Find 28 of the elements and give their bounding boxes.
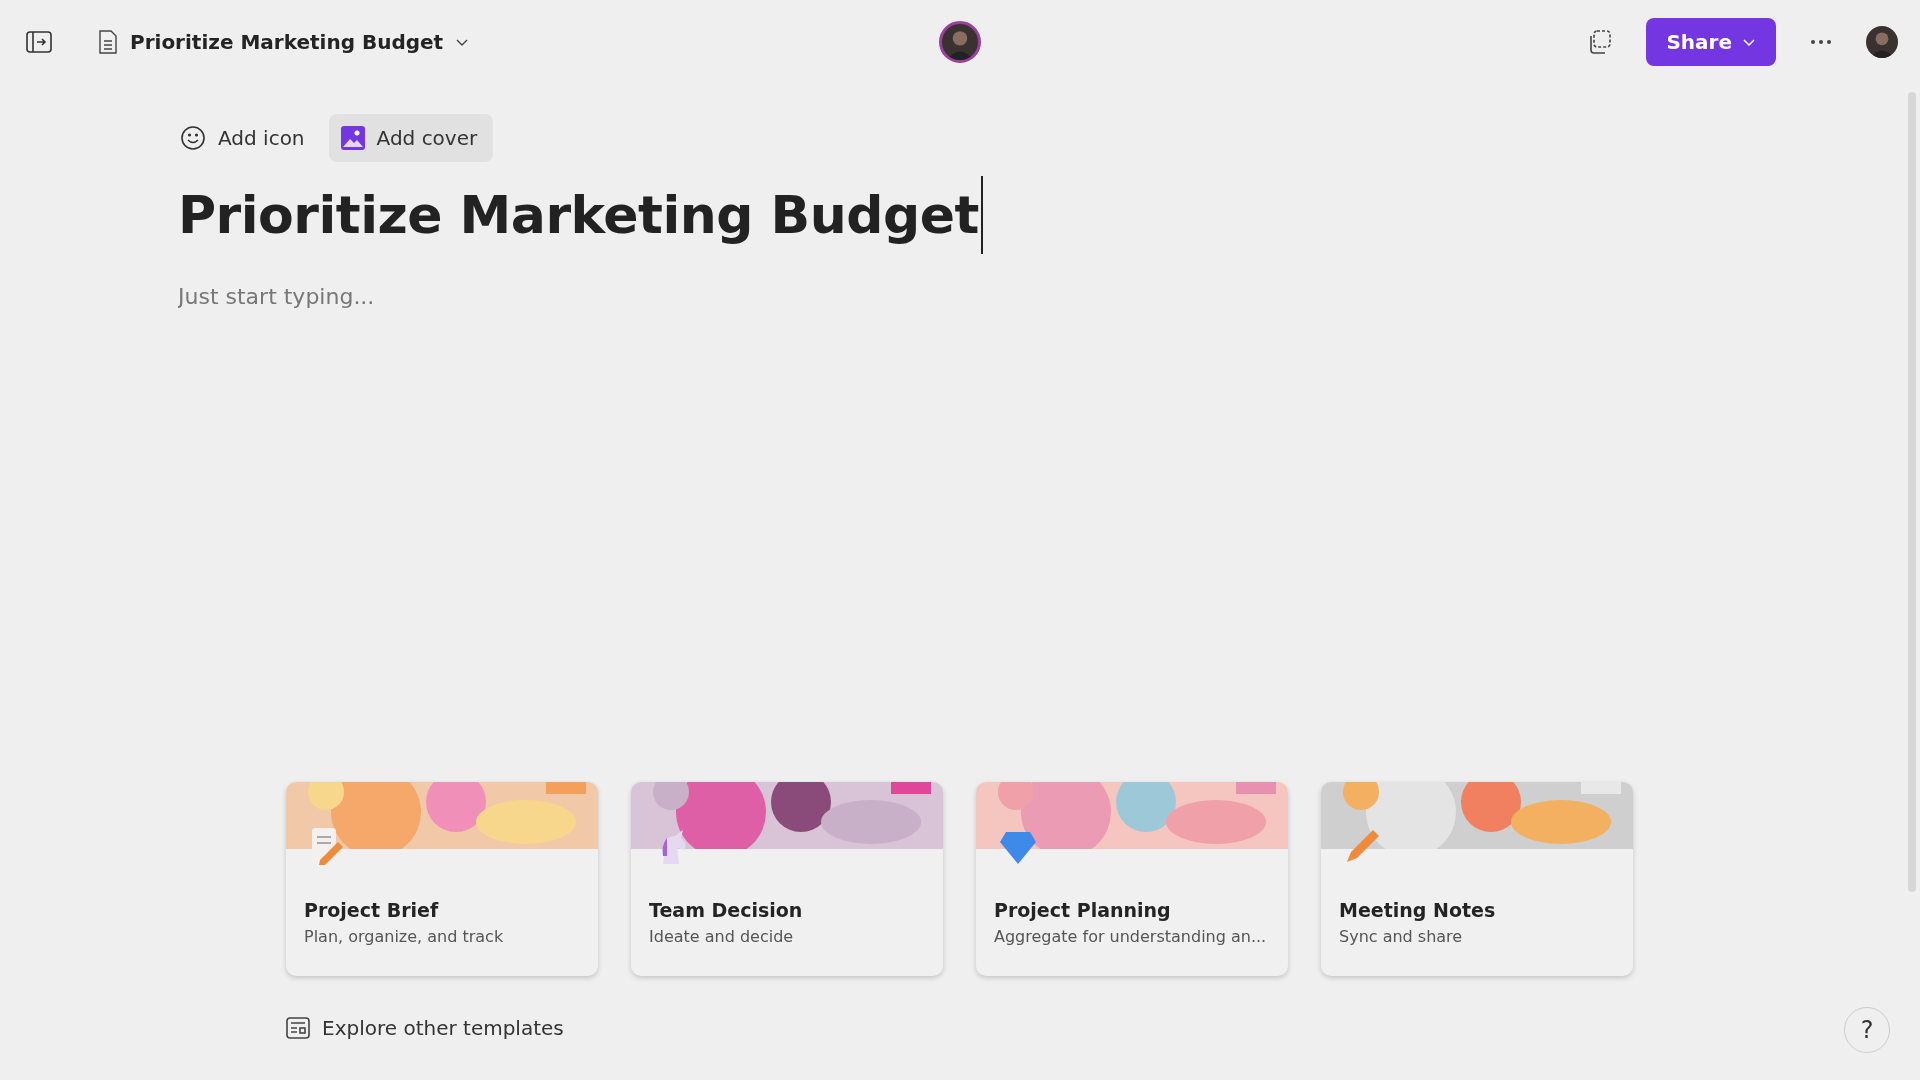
add-cover-button[interactable]: Add cover [328,114,494,162]
help-button[interactable]: ? [1844,1007,1890,1053]
template-description: Ideate and decide [649,927,795,946]
template-icon [286,1017,310,1039]
document-icon [98,30,118,54]
explore-templates-link[interactable]: Explore other templates [286,1016,564,1040]
template-description: Sync and share [1339,927,1464,946]
user-avatar[interactable] [1866,26,1898,58]
chevron-down-icon [1742,37,1756,47]
smiley-icon [180,125,206,151]
template-card[interactable]: Project Brief Plan, organize, and track [286,782,598,976]
share-button[interactable]: Share [1646,18,1776,66]
chevron-down-icon [455,37,470,47]
template-description: Aggregate for understanding an... [994,927,1268,946]
template-card[interactable]: Team Decision Ideate and decide [631,782,943,976]
collaborator-avatar[interactable] [939,21,981,63]
template-title: Team Decision [649,899,804,921]
scrollbar[interactable] [1908,92,1916,892]
add-icon-button[interactable]: Add icon [168,114,321,162]
template-card[interactable]: Project Planning Aggregate for understanding an... [976,782,1288,976]
image-icon [340,126,365,150]
document-title-dropdown[interactable]: Prioritize Marketing Budget [94,26,474,58]
page-title[interactable]: Prioritize Marketing Budget [178,185,979,245]
template-title: Project Planning [994,899,1172,921]
template-title: Project Brief [304,899,440,921]
template-title: Meeting Notes [1339,899,1497,921]
template-card[interactable]: Meeting Notes Sync and share [1321,782,1633,976]
template-description: Plan, organize, and track [304,927,505,946]
